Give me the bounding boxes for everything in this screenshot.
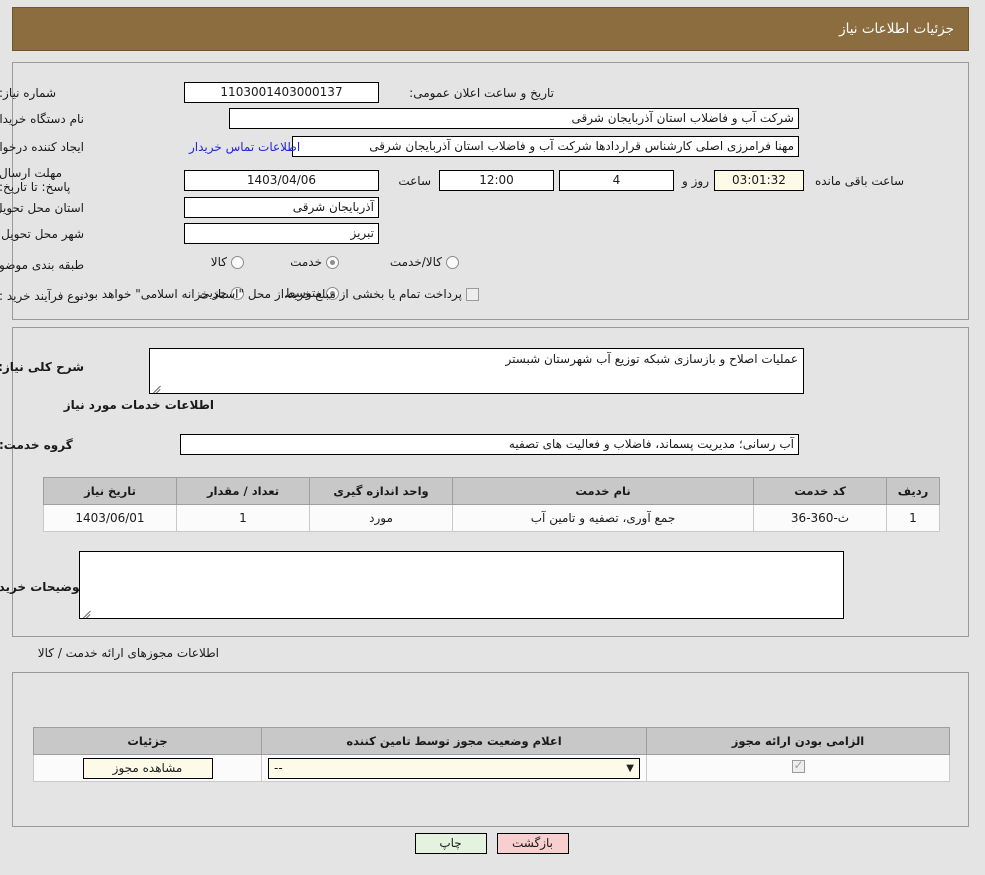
remaining-days-value: 4 — [560, 170, 675, 191]
category-option-label: کالا — [211, 255, 228, 269]
buyer-notes-textarea[interactable] — [80, 551, 845, 619]
countdown-timer: 03:01:32 — [715, 170, 805, 191]
radio-khedmat[interactable] — [327, 255, 340, 269]
col-quantity: تعداد / مقدار — [177, 477, 311, 505]
remaining-days-label: روز و — [683, 174, 710, 188]
deadline-hour-label: ساعت — [399, 174, 432, 188]
category-label: طبقه بندی موضوعی: — [0, 258, 85, 272]
requester-value: مهنا فرامرزی اصلی کارشناس قراردادها شرکت… — [293, 136, 800, 157]
treasury-bond-checkbox-group[interactable]: پرداخت تمام یا بخشی از مبلغ خرید،از محل … — [80, 287, 480, 301]
services-section-title: اطلاعات خدمات مورد نیاز — [64, 398, 215, 412]
radio-kala[interactable] — [232, 255, 245, 269]
footer-actions: بازگشت چاپ — [0, 833, 985, 854]
cell-permit-status: ▼ -- — [262, 754, 648, 782]
permit-status-value: -- — [275, 761, 284, 775]
need-info-panel — [13, 62, 970, 320]
city-label: شهر محل تحویل: — [0, 227, 85, 241]
deadline-date-value: 1403/04/06 — [185, 170, 380, 191]
description-textarea[interactable]: عملیات اصلاح و بازسازی شبکه توزیع آب شهر… — [150, 348, 805, 394]
col-code: کد خدمت — [754, 477, 888, 505]
col-permit-required: الزامی بودن ارائه مجوز — [647, 727, 951, 755]
province-label: استان محل تحویل: — [0, 201, 85, 215]
view-permit-button[interactable]: مشاهده مجوز — [83, 757, 214, 779]
cell-code: ث-360-36 — [754, 504, 888, 532]
col-unit: واحد اندازه گیری — [310, 477, 454, 505]
cell-name: جمع آوری، تصفیه و تامین آب — [453, 504, 755, 532]
buyer-notes-label: توضیحات خریدار: — [0, 580, 85, 594]
print-button[interactable]: چاپ — [415, 833, 488, 854]
cell-need-date: 1403/06/01 — [44, 504, 178, 532]
radio-kala-khedmat[interactable] — [447, 255, 460, 269]
deadline-time-value: 12:00 — [440, 170, 555, 191]
cell-unit: مورد — [310, 504, 454, 532]
description-value: عملیات اصلاح و بازسازی شبکه توزیع آب شهر… — [506, 352, 799, 366]
permits-section-caption: اطلاعات مجوزهای ارائه خدمت / کالا — [38, 646, 220, 660]
page-header-bar: جزئیات اطلاعات نیاز — [13, 7, 970, 51]
table-row: ▼ -- مشاهده مجوز — [34, 754, 951, 782]
province-value: آذربایجان شرقی — [185, 197, 380, 218]
back-button[interactable]: بازگشت — [497, 833, 570, 854]
buyer-org-label: نام دستگاه خریدار: — [0, 112, 85, 126]
cell-row: 1 — [887, 504, 941, 532]
table-row: 1 ث-360-36 جمع آوری، تصفیه و تامین آب مو… — [44, 504, 941, 532]
col-permit-status: اعلام وضعیت مجوز توسط تامین کننده — [262, 727, 648, 755]
countdown-label: ساعت باقی مانده — [815, 174, 905, 188]
description-label: شرح کلی نیاز: — [0, 360, 85, 374]
cell-permit-details: مشاهده مجوز — [34, 754, 263, 782]
cell-quantity: 1 — [177, 504, 311, 532]
permit-status-select[interactable]: ▼ -- — [269, 757, 641, 779]
category-option-kala-khedmat[interactable]: کالا/خدمت — [377, 255, 460, 269]
need-number-value: 1103001403000137 — [185, 82, 380, 103]
buyer-org-value: شرکت آب و فاضلاب استان آذربایجان شرقی — [230, 108, 800, 129]
service-group-value: آب رسانی؛ مدیریت پسماند، فاضلاب و فعالیت… — [181, 434, 800, 455]
permits-table-header-row: الزامی بودن ارائه مجوز اعلام وضعیت مجوز … — [34, 727, 951, 755]
purchase-type-label: نوع فرآیند خرید : — [0, 289, 85, 303]
col-name: نام خدمت — [453, 477, 755, 505]
chevron-down-icon: ▼ — [627, 762, 635, 774]
col-need-date: تاریخ نیاز — [44, 477, 178, 505]
page-title: جزئیات اطلاعات نیاز — [840, 21, 955, 37]
treasury-bond-checkbox[interactable] — [467, 287, 480, 301]
buyer-contact-link[interactable]: اطلاعات تماس خریدار — [190, 140, 301, 154]
permits-table: الزامی بودن ارائه مجوز اعلام وضعیت مجوز … — [34, 727, 951, 782]
service-group-label: گروه خدمت: — [0, 438, 74, 452]
cell-permit-required — [647, 754, 951, 782]
category-option-label: کالا/خدمت — [390, 255, 443, 269]
services-table: ردیف کد خدمت نام خدمت واحد اندازه گیری ت… — [44, 477, 941, 532]
requester-label: ایجاد کننده درخواست: — [0, 140, 85, 154]
category-option-khedmat[interactable]: خدمت — [277, 255, 340, 269]
resize-grip-icon — [154, 383, 163, 393]
resize-grip-icon — [84, 608, 93, 618]
category-option-kala[interactable]: کالا — [198, 255, 245, 269]
city-value: تبریز — [185, 223, 380, 244]
treasury-bond-note: پرداخت تمام یا بخشی از مبلغ خرید،از محل … — [80, 287, 463, 301]
need-number-label: شماره نیاز: — [0, 86, 57, 100]
permit-required-checkbox — [792, 758, 806, 773]
col-row: ردیف — [887, 477, 941, 505]
deadline-label: مهلت ارسال پاسخ: تا تاریخ: — [0, 166, 72, 194]
public-announce-label: تاریخ و ساعت اعلان عمومی: — [410, 86, 555, 100]
services-table-header-row: ردیف کد خدمت نام خدمت واحد اندازه گیری ت… — [44, 477, 941, 505]
category-option-label: خدمت — [291, 255, 323, 269]
col-permit-details: جزئیات — [34, 727, 263, 755]
